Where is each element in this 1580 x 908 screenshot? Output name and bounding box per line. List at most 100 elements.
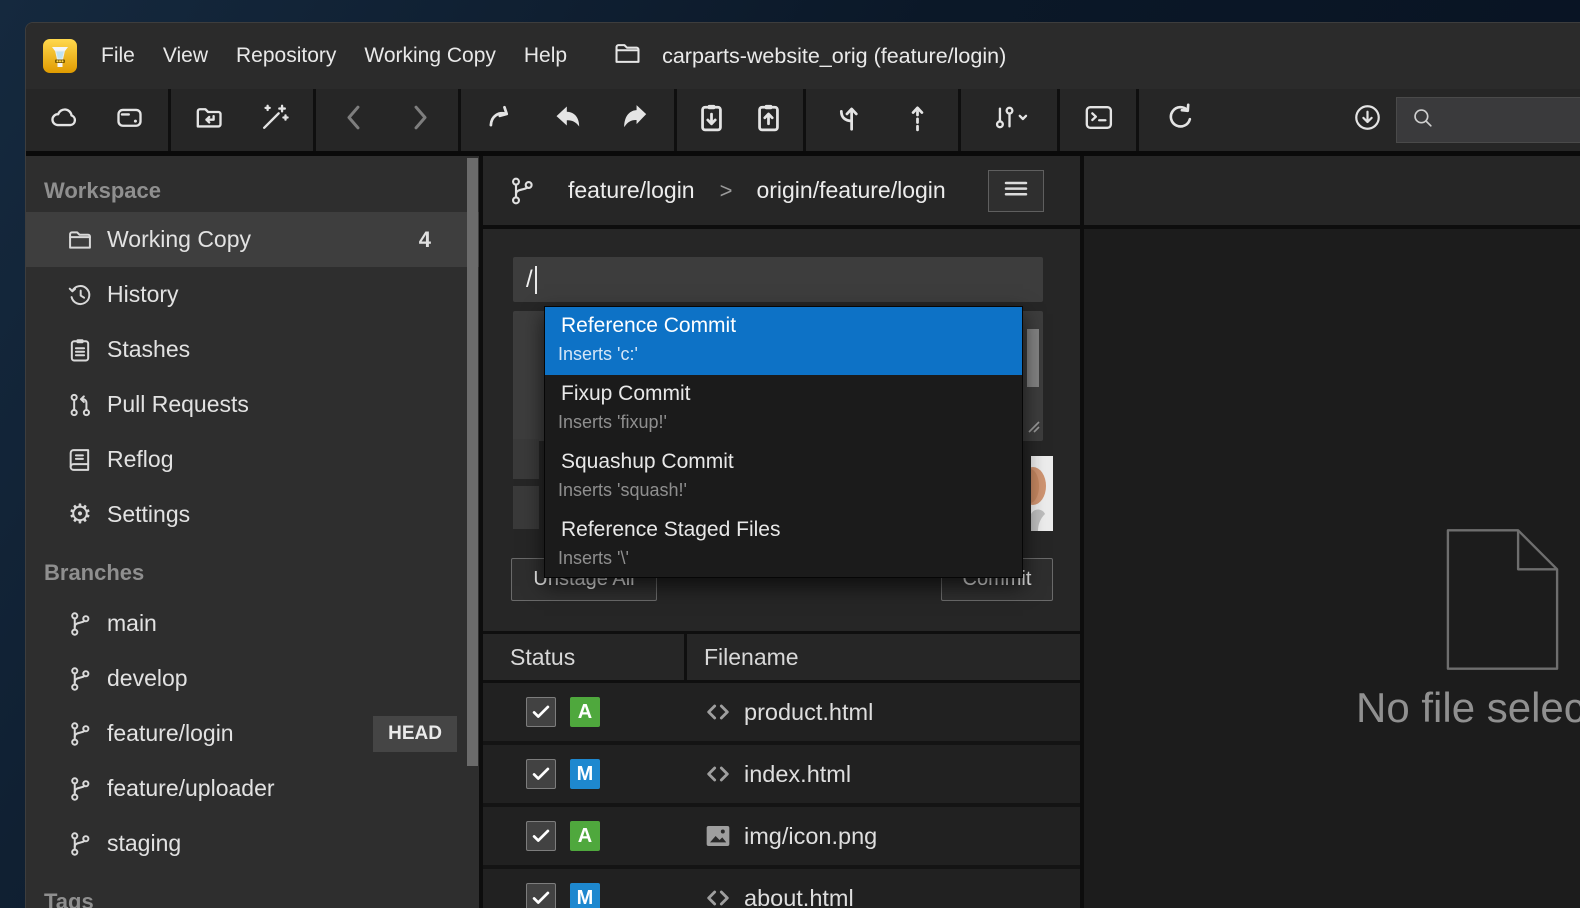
commit-summary-input[interactable]: / xyxy=(513,257,1043,302)
branch-icon xyxy=(65,719,95,749)
code-file-icon xyxy=(702,758,734,790)
folder-icon xyxy=(65,225,95,255)
toolbar-group xyxy=(171,89,313,151)
git-merge-up-icon xyxy=(831,101,864,139)
file-row-img-icon-png[interactable]: Aimg/icon.png xyxy=(483,807,1080,865)
toolbar-button-folder-return[interactable] xyxy=(177,89,242,151)
toolbar-button-chevron-right[interactable] xyxy=(387,89,452,151)
branch-icon xyxy=(65,609,95,639)
sidebar-item-feature-login[interactable]: feature/login HEAD xyxy=(26,706,479,761)
toolbar-button-git-compare-dropdown[interactable] xyxy=(967,89,1051,151)
stage-checkbox[interactable] xyxy=(526,821,556,851)
code-file-icon xyxy=(702,696,734,728)
menu-file[interactable]: File xyxy=(101,44,135,68)
autocomplete-item-reference-commit[interactable]: Reference CommitInserts 'c:' xyxy=(545,307,1022,375)
toolbar-button-magic-wand[interactable] xyxy=(242,89,307,151)
sidebar-item-feature-uploader[interactable]: feature/uploader xyxy=(26,761,479,816)
history-icon xyxy=(65,280,95,310)
stage-checkbox[interactable] xyxy=(526,759,556,789)
autocomplete-item-fixup-commit[interactable]: Fixup CommitInserts 'fixup!' xyxy=(545,375,1022,443)
menu-view[interactable]: View xyxy=(163,44,208,68)
toolbar-button-terminal[interactable] xyxy=(1066,89,1130,151)
toolbar-button-clipboard-arrow-down[interactable] xyxy=(683,89,740,151)
sidebar-item-label: History xyxy=(107,281,179,308)
sidebar-item-main[interactable]: main xyxy=(26,596,479,651)
sidebar-item-settings[interactable]: ⚙ Settings xyxy=(26,487,479,542)
menu-working-copy[interactable]: Working Copy xyxy=(364,44,496,68)
autocomplete-item-subtitle: Inserts '\' xyxy=(558,548,1022,569)
menu-help[interactable]: Help xyxy=(524,44,567,68)
autocomplete-item-subtitle: Inserts 'squash!' xyxy=(558,480,1022,501)
resize-grip-icon[interactable] xyxy=(1025,418,1041,439)
toolbar-button-arrow-up-dashed[interactable] xyxy=(882,89,952,151)
autocomplete-item-subtitle: Inserts 'fixup!' xyxy=(558,412,1022,433)
commit-option-block[interactable] xyxy=(513,486,539,529)
sidebar: WorkspaceWorking Copy4HistoryStashesPull… xyxy=(26,156,479,908)
status-badge: M xyxy=(570,759,600,789)
sidebar-item-develop[interactable]: develop xyxy=(26,651,479,706)
textarea-scrollbar[interactable] xyxy=(1027,329,1039,387)
sidebar-item-working-copy[interactable]: Working Copy 4 xyxy=(26,212,479,267)
sidebar-item-label: Working Copy xyxy=(107,226,251,253)
sidebar-item-label: Reflog xyxy=(107,446,173,473)
search-icon xyxy=(1409,104,1436,136)
stage-checkbox[interactable] xyxy=(526,883,556,908)
refresh-icon xyxy=(1164,101,1197,139)
remote-branch-name[interactable]: origin/feature/login xyxy=(756,177,945,204)
toolbar-button-circle-arrow-down[interactable] xyxy=(1343,96,1391,144)
branch-menu-button[interactable] xyxy=(988,170,1044,212)
file-row-index-html[interactable]: Mindex.html xyxy=(483,745,1080,803)
toolbar-button-clipboard-arrow-up[interactable] xyxy=(740,89,797,151)
sidebar-item-label: develop xyxy=(107,665,188,692)
column-divider[interactable] xyxy=(684,634,687,680)
toolbar-button-cloud[interactable] xyxy=(32,89,97,151)
file-row-product-html[interactable]: Aproduct.html xyxy=(483,683,1080,741)
toolbar-button-refresh[interactable] xyxy=(1145,89,1215,151)
menu-repository[interactable]: Repository xyxy=(236,44,336,68)
stage-checkbox[interactable] xyxy=(526,697,556,727)
sidebar-item-reflog[interactable]: Reflog xyxy=(26,432,479,487)
column-header-status[interactable]: Status xyxy=(483,644,575,671)
autocomplete-item-title: Reference Commit xyxy=(561,314,1022,338)
status-badge: A xyxy=(570,697,600,727)
sidebar-item-stashes[interactable]: Stashes xyxy=(26,322,479,377)
sidebar-scrollbar[interactable] xyxy=(467,158,478,766)
commit-autocomplete-dropdown: Reference CommitInserts 'c:'Fixup Commit… xyxy=(544,306,1023,578)
file-table-header: Status Filename xyxy=(483,631,1080,683)
chevron-right-icon xyxy=(403,101,436,139)
commit-option-block[interactable] xyxy=(513,439,539,479)
toolbar-button-chevron-left[interactable] xyxy=(322,89,387,151)
sidebar-item-label: staging xyxy=(107,830,181,857)
commit-panel: feature/login > origin/feature/login / xyxy=(483,156,1080,908)
toolbar-button-hard-drive[interactable] xyxy=(97,89,162,151)
branch-icon xyxy=(65,664,95,694)
toolbar-group xyxy=(1060,89,1136,151)
preview-panel: No file selected xyxy=(1084,156,1580,908)
arrow-redo-solid-icon xyxy=(618,101,651,139)
head-badge: HEAD xyxy=(373,716,457,752)
branch-header: feature/login > origin/feature/login xyxy=(483,156,1080,229)
sidebar-item-pull-requests[interactable]: Pull Requests xyxy=(26,377,479,432)
sidebar-item-label: Settings xyxy=(107,501,190,528)
preview-header-strip xyxy=(1084,156,1580,229)
local-branch-name[interactable]: feature/login xyxy=(568,177,695,204)
gear-icon: ⚙ xyxy=(65,500,95,530)
toolbar-button-arrow-undo-outline[interactable] xyxy=(467,89,534,151)
filename: about.html xyxy=(744,885,854,908)
clipboard-icon xyxy=(65,335,95,365)
sidebar-item-history[interactable]: History xyxy=(26,267,479,322)
pull-request-icon xyxy=(65,390,95,420)
autocomplete-item-squashup-commit[interactable]: Squashup CommitInserts 'squash!' xyxy=(545,443,1022,511)
search-input[interactable] xyxy=(1396,97,1580,143)
count-badge: 4 xyxy=(419,227,431,253)
column-header-filename[interactable]: Filename xyxy=(704,644,799,671)
toolbar-button-git-merge-up[interactable] xyxy=(812,89,882,151)
toolbar xyxy=(26,89,1580,156)
toolbar-group xyxy=(461,89,674,151)
file-row-about-html[interactable]: Mabout.html xyxy=(483,869,1080,908)
autocomplete-item-reference-staged-files[interactable]: Reference Staged FilesInserts '\' xyxy=(545,511,1022,579)
toolbar-button-arrow-undo-solid[interactable] xyxy=(534,89,601,151)
toolbar-button-arrow-redo-solid[interactable] xyxy=(601,89,668,151)
sidebar-item-label: feature/login xyxy=(107,720,234,747)
sidebar-item-staging[interactable]: staging xyxy=(26,816,479,871)
